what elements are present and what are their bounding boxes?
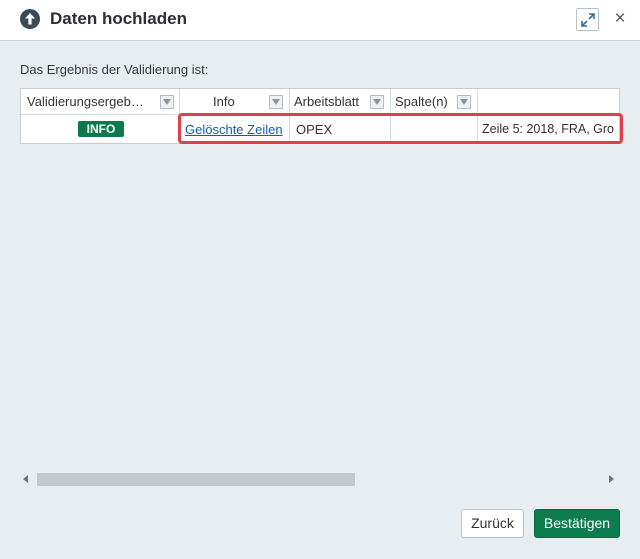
back-button[interactable]: Zurück — [461, 509, 524, 538]
validation-intro-text: Das Ergebnis der Validierung ist: — [20, 62, 209, 77]
confirm-button[interactable]: Bestätigen — [534, 509, 620, 538]
filter-icon[interactable] — [269, 95, 283, 109]
maximize-icon — [581, 13, 595, 27]
column-header-label: Info — [213, 94, 235, 109]
column-header-details[interactable] — [478, 89, 619, 115]
close-button[interactable]: × — [611, 9, 629, 29]
dialog-title: Daten hochladen — [50, 9, 187, 28]
column-header-columns[interactable]: Spalte(n) — [391, 89, 478, 115]
filter-icon[interactable] — [370, 95, 384, 109]
upload-dialog: Daten hochladen × Das Ergebnis der Valid… — [0, 0, 640, 559]
highlight-box — [178, 113, 623, 144]
column-header-sheet[interactable]: Arbeitsblatt — [290, 89, 391, 115]
dialog-titlebar: Daten hochladen × — [0, 0, 640, 41]
horizontal-scrollbar[interactable] — [20, 471, 620, 488]
scroll-thumb[interactable] — [37, 473, 355, 486]
column-header-info[interactable]: Info — [180, 89, 290, 115]
column-header-label: Spalte(n) — [395, 94, 448, 109]
grid-header: Validierungsergeb… Info Arbeitsblatt Spa… — [21, 89, 619, 115]
upload-arrow-icon — [20, 9, 40, 29]
scroll-left-arrow-icon[interactable] — [23, 475, 28, 483]
scroll-right-arrow-icon[interactable] — [609, 475, 614, 483]
filter-icon[interactable] — [457, 95, 471, 109]
column-header-result[interactable]: Validierungsergeb… — [21, 89, 180, 115]
filter-icon[interactable] — [160, 95, 174, 109]
status-badge: INFO — [78, 121, 124, 137]
column-header-label: Arbeitsblatt — [294, 94, 360, 109]
result-cell: INFO — [21, 116, 180, 143]
maximize-button[interactable] — [576, 8, 599, 31]
column-header-label: Validierungsergeb… — [27, 94, 144, 109]
